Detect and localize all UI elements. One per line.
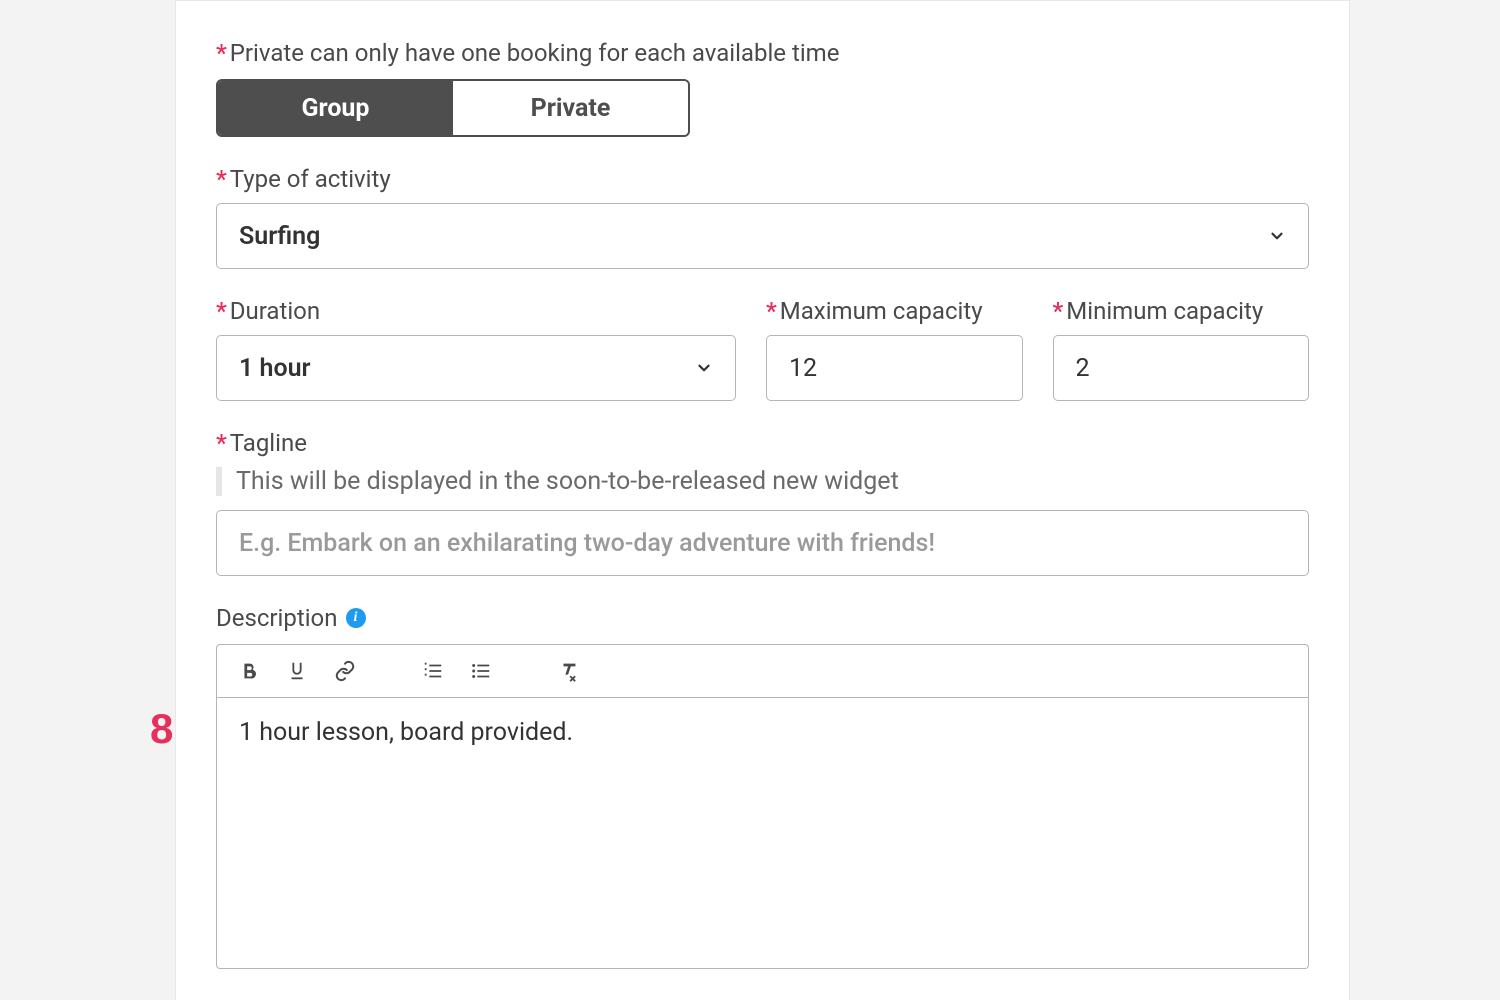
activity-form-card: *Private can only have one booking for e… (175, 0, 1350, 1000)
booking-type-group-label: Group (302, 94, 370, 123)
min-capacity-label-text: Minimum capacity (1066, 297, 1263, 325)
link-button[interactable] (333, 659, 357, 683)
underline-button[interactable] (285, 659, 309, 683)
activity-type-value: Surfing (239, 222, 320, 251)
chevron-down-icon (1268, 227, 1286, 245)
clear-formatting-button[interactable] (557, 659, 581, 683)
duration-select[interactable]: 1 hour (216, 335, 736, 401)
booking-type-private-label: Private (531, 94, 611, 123)
max-capacity-label-text: Maximum capacity (780, 297, 983, 325)
duration-label: *Duration (216, 297, 736, 325)
required-star: * (216, 297, 227, 325)
tagline-help-text: This will be displayed in the soon-to-be… (216, 467, 1309, 496)
min-capacity-label: *Minimum capacity (1053, 297, 1310, 325)
tagline-label-text: Tagline (230, 429, 307, 457)
required-star: * (766, 297, 777, 325)
ordered-list-button[interactable] (421, 659, 445, 683)
min-capacity-value: 2 (1076, 354, 1090, 383)
description-value: 1 hour lesson, board provided. (239, 718, 573, 747)
booking-type-private-button[interactable]: Private (453, 81, 688, 135)
info-icon[interactable]: i (346, 608, 366, 628)
activity-type-label-text: Type of activity (230, 165, 391, 193)
required-star: * (216, 429, 227, 457)
required-star: * (216, 165, 227, 193)
tagline-label: *Tagline (216, 429, 1309, 457)
tagline-input[interactable]: E.g. Embark on an exhilarating two-day a… (216, 510, 1309, 576)
booking-type-hint-text: Private can only have one booking for ea… (230, 39, 840, 67)
booking-type-hint: *Private can only have one booking for e… (216, 39, 1309, 67)
step-badge: 8 (150, 705, 173, 753)
required-star: * (216, 39, 227, 67)
booking-type-group-button[interactable]: Group (218, 81, 453, 135)
toolbar-clear-group (557, 659, 581, 683)
max-capacity-input[interactable]: 12 (766, 335, 1023, 401)
tagline-placeholder: E.g. Embark on an exhilarating two-day a… (239, 529, 935, 558)
min-capacity-column: *Minimum capacity 2 (1053, 297, 1310, 401)
booking-type-segmented-control: Group Private (216, 79, 690, 137)
duration-capacity-row: *Duration 1 hour *Maximum capacity 12 *M… (216, 297, 1309, 401)
description-textarea[interactable]: 1 hour lesson, board provided. (217, 698, 1308, 968)
editor-toolbar (217, 645, 1308, 698)
description-editor: 1 hour lesson, board provided. (216, 644, 1309, 969)
duration-column: *Duration 1 hour (216, 297, 736, 401)
required-star: * (1053, 297, 1064, 325)
duration-label-text: Duration (230, 297, 320, 325)
max-capacity-label: *Maximum capacity (766, 297, 1023, 325)
toolbar-formatting-group (237, 659, 357, 683)
description-label-text: Description (216, 604, 338, 632)
duration-value: 1 hour (239, 354, 311, 383)
activity-type-select[interactable]: Surfing (216, 203, 1309, 269)
min-capacity-input[interactable]: 2 (1053, 335, 1310, 401)
description-label-row: Description i (216, 604, 1309, 632)
booking-type-section: *Private can only have one booking for e… (216, 39, 1309, 137)
bold-button[interactable] (237, 659, 261, 683)
max-capacity-value: 12 (789, 354, 817, 383)
unordered-list-button[interactable] (469, 659, 493, 683)
toolbar-list-group (421, 659, 493, 683)
max-capacity-column: *Maximum capacity 12 (766, 297, 1023, 401)
activity-type-label: *Type of activity (216, 165, 1309, 193)
chevron-down-icon (695, 359, 713, 377)
